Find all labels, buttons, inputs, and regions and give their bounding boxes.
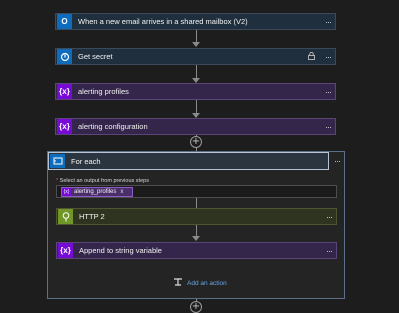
loop-icon bbox=[50, 154, 65, 168]
outlook-icon: O bbox=[57, 14, 72, 29]
lock-icon bbox=[308, 51, 315, 62]
trigger-card[interactable]: O When a new email arrives in a shared m… bbox=[55, 13, 336, 30]
for-each-header[interactable]: For each bbox=[48, 152, 329, 170]
more-options-icon[interactable]: ··· bbox=[334, 156, 341, 166]
variable-icon: {x} bbox=[62, 188, 71, 196]
get-secret-card[interactable]: Get secret ··· bbox=[55, 48, 336, 65]
token-label: alerting_profiles bbox=[74, 189, 117, 195]
alerting-configuration-label: alerting configuration bbox=[78, 122, 148, 131]
append-string-card[interactable]: {x} Append to string variable ··· bbox=[56, 242, 337, 259]
connector-line bbox=[196, 65, 197, 79]
more-options-icon[interactable]: ··· bbox=[325, 122, 332, 132]
remove-token-icon[interactable]: x bbox=[120, 189, 123, 195]
connector-arrow bbox=[192, 42, 200, 47]
variable-icon: {x} bbox=[58, 243, 73, 258]
select-output-field[interactable]: {x} alerting_profiles x bbox=[56, 185, 337, 198]
variable-icon: {x} bbox=[57, 84, 72, 99]
connector-line bbox=[196, 100, 197, 114]
more-options-icon[interactable]: ··· bbox=[325, 52, 332, 62]
append-string-label: Append to string variable bbox=[79, 246, 162, 255]
trigger-label: When a new email arrives in a shared mai… bbox=[78, 17, 248, 26]
more-options-icon[interactable]: ··· bbox=[325, 87, 332, 97]
select-output-label: * Select an output from previous steps bbox=[56, 178, 149, 184]
get-secret-label: Get secret bbox=[78, 52, 113, 61]
http-2-card[interactable]: HTTP 2 ··· bbox=[56, 208, 337, 225]
http-2-label: HTTP 2 bbox=[79, 212, 105, 221]
add-action-button[interactable]: Add an action bbox=[173, 277, 227, 289]
insert-step-plus-icon[interactable]: + bbox=[190, 301, 202, 313]
for-each-container[interactable]: For each ··· * Select an output from pre… bbox=[47, 151, 345, 299]
add-action-label: Add an action bbox=[187, 279, 227, 287]
connector-arrow bbox=[192, 236, 200, 241]
http-icon bbox=[58, 209, 73, 224]
more-options-icon[interactable]: ··· bbox=[326, 246, 333, 256]
key-vault-icon bbox=[57, 49, 72, 64]
connector-line bbox=[196, 198, 197, 208]
add-action-icon bbox=[173, 277, 183, 289]
variable-icon: {x} bbox=[57, 119, 72, 134]
alerting-configuration-card[interactable]: {x} alerting configuration ··· bbox=[55, 118, 336, 135]
alerting-profiles-label: alerting profiles bbox=[78, 87, 129, 96]
select-output-text: Select an output from previous steps bbox=[59, 178, 149, 184]
for-each-title: For each bbox=[71, 156, 101, 166]
insert-step-plus-icon[interactable]: + bbox=[190, 136, 202, 148]
dynamic-content-token[interactable]: {x} alerting_profiles x bbox=[61, 187, 133, 197]
alerting-profiles-card[interactable]: {x} alerting profiles ··· bbox=[55, 83, 336, 100]
more-options-icon[interactable]: ··· bbox=[325, 17, 332, 27]
required-marker: * bbox=[56, 178, 59, 184]
more-options-icon[interactable]: ··· bbox=[326, 212, 333, 222]
